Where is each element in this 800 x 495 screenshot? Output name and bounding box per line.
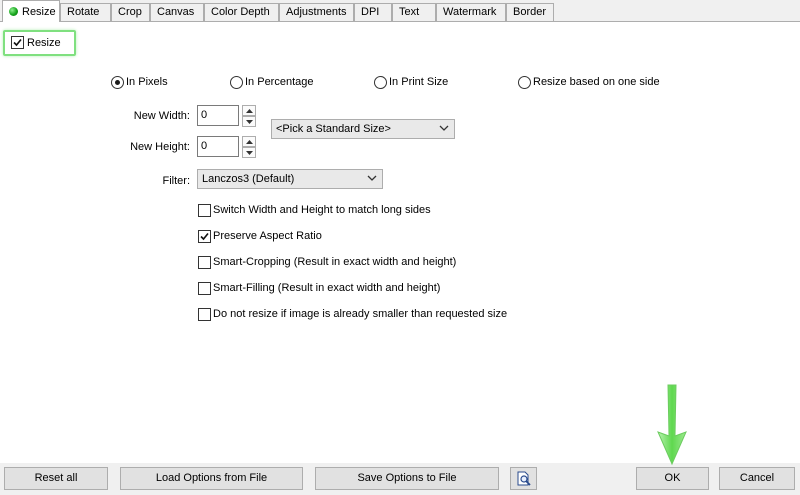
tab-color-depth[interactable]: Color Depth <box>204 3 279 22</box>
radio-in-print-size[interactable] <box>374 76 387 89</box>
preview-button[interactable] <box>510 467 537 490</box>
smart-filling-label: Smart-Filling (Result in exact width and… <box>213 282 441 294</box>
new-height-input[interactable]: 0 <box>197 136 239 157</box>
tab-text[interactable]: Text <box>392 3 436 22</box>
smart-cropping-label: Smart-Cropping (Result in exact width an… <box>213 256 457 268</box>
load-options-button[interactable]: Load Options from File <box>120 467 303 490</box>
tab-canvas[interactable]: Canvas <box>150 3 204 22</box>
save-options-button[interactable]: Save Options to File <box>315 467 499 490</box>
preserve-aspect-ratio-checkbox[interactable] <box>198 230 211 243</box>
tab-watermark[interactable]: Watermark <box>436 3 506 22</box>
ok-button[interactable]: OK <box>636 467 709 490</box>
tab-label: Crop <box>118 6 142 18</box>
tab-label: Watermark <box>443 6 497 18</box>
resize-checkbox-label: Resize <box>27 37 61 49</box>
standard-size-value: <Pick a Standard Size> <box>276 123 391 135</box>
chevron-down-icon <box>367 175 377 181</box>
smart-cropping-checkbox[interactable] <box>198 256 211 269</box>
green-down-arrow-icon <box>657 384 687 466</box>
new-width-input[interactable]: 0 <box>197 105 239 126</box>
new-height-spinner[interactable] <box>242 136 256 158</box>
filter-label: Filter: <box>162 175 191 187</box>
resize-checkbox[interactable] <box>11 36 24 49</box>
tab-adjustments[interactable]: Adjustments <box>279 3 354 22</box>
tab-bar: Resize Rotate Crop Canvas Color Depth Ad… <box>0 0 800 22</box>
tab-label: DPI <box>361 6 380 18</box>
tab-label: Canvas <box>157 6 195 18</box>
smart-filling-checkbox[interactable] <box>198 282 211 295</box>
do-not-resize-smaller-checkbox[interactable] <box>198 308 211 321</box>
switch-width-height-checkbox[interactable] <box>198 204 211 217</box>
caret-up-icon <box>246 140 253 144</box>
do-not-resize-smaller-label: Do not resize if image is already smalle… <box>213 308 508 320</box>
switch-width-height-label: Switch Width and Height to match long si… <box>213 204 431 216</box>
new-width-label: New Width: <box>133 110 190 122</box>
tab-dpi[interactable]: DPI <box>354 3 392 22</box>
tab-label: Adjustments <box>286 6 347 18</box>
radio-in-percentage[interactable] <box>230 76 243 89</box>
caret-up-icon <box>246 109 253 113</box>
tab-resize[interactable]: Resize <box>2 0 60 22</box>
filter-dropdown[interactable]: Lanczos3 (Default) <box>197 169 383 189</box>
filter-value: Lanczos3 (Default) <box>202 173 295 185</box>
radio-in-print-size-label: In Print Size <box>389 76 449 88</box>
spin-up-button[interactable] <box>242 136 256 147</box>
new-height-label: New Height: <box>130 141 190 153</box>
tab-crop[interactable]: Crop <box>111 3 150 22</box>
new-width-spinner[interactable] <box>242 105 256 127</box>
radio-one-side[interactable] <box>518 76 531 89</box>
radio-one-side-label: Resize based on one side <box>533 76 660 88</box>
radio-in-pixels-label: In Pixels <box>126 76 168 88</box>
cancel-button[interactable]: Cancel <box>719 467 795 490</box>
tab-label: Color Depth <box>211 6 270 18</box>
chevron-down-icon <box>439 125 449 131</box>
checkmark-icon <box>13 38 22 47</box>
preserve-aspect-ratio-label: Preserve Aspect Ratio <box>213 230 322 242</box>
radio-in-pixels[interactable] <box>111 76 124 89</box>
caret-down-icon <box>246 151 253 155</box>
tab-label: Border <box>513 6 547 18</box>
green-dot-icon <box>9 7 18 16</box>
tab-border[interactable]: Border <box>506 3 554 22</box>
tab-label: Resize <box>22 6 56 18</box>
reset-all-button[interactable]: Reset all <box>4 467 108 490</box>
tab-label: Rotate <box>67 6 100 18</box>
caret-down-icon <box>246 120 253 124</box>
radio-in-percentage-label: In Percentage <box>245 76 314 88</box>
tab-label: Text <box>399 6 420 18</box>
tab-rotate[interactable]: Rotate <box>60 3 111 22</box>
checkmark-icon <box>200 232 209 241</box>
radio-dot-icon <box>115 80 120 85</box>
magnifier-document-icon <box>517 471 531 486</box>
standard-size-dropdown[interactable]: <Pick a Standard Size> <box>271 119 455 139</box>
spin-down-button[interactable] <box>242 116 256 127</box>
spin-down-button[interactable] <box>242 147 256 158</box>
spin-up-button[interactable] <box>242 105 256 116</box>
